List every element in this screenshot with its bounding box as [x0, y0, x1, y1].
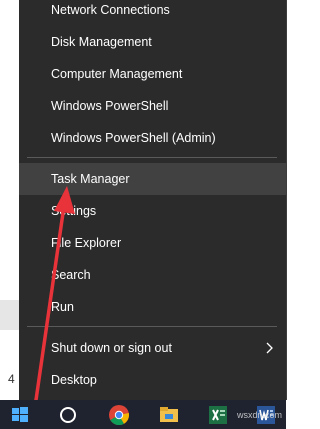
menu-item-settings[interactable]: Settings — [19, 195, 286, 227]
winx-context-menu: Network Connections Disk Management Comp… — [19, 0, 286, 400]
menu-item-label: Network Connections — [51, 3, 170, 17]
menu-item-label: Run — [51, 300, 74, 314]
file-explorer-icon[interactable] — [157, 403, 181, 427]
chevron-right-icon — [266, 342, 273, 354]
background-text: 4 — [8, 372, 15, 386]
menu-item-run[interactable]: Run — [19, 291, 286, 323]
menu-item-label: Search — [51, 268, 91, 282]
chrome-icon[interactable] — [107, 403, 131, 427]
cortana-icon[interactable] — [56, 403, 80, 427]
menu-item-shut-down-or-sign-out[interactable]: Shut down or sign out — [19, 332, 286, 364]
menu-item-network-connections[interactable]: Network Connections — [19, 0, 286, 26]
menu-item-file-explorer[interactable]: File Explorer — [19, 227, 286, 259]
menu-item-label: Disk Management — [51, 35, 152, 49]
menu-item-label: Desktop — [51, 373, 97, 387]
menu-item-disk-management[interactable]: Disk Management — [19, 26, 286, 58]
menu-item-label: File Explorer — [51, 236, 122, 250]
menu-item-task-manager[interactable]: Task Manager — [19, 163, 286, 195]
watermark: wsxdn.com — [236, 410, 282, 420]
menu-item-label: Settings — [51, 204, 97, 218]
menu-item-label: Shut down or sign out — [51, 341, 172, 355]
menu-item-computer-management[interactable]: Computer Management — [19, 58, 286, 90]
excel-icon[interactable] — [206, 403, 230, 427]
menu-item-windows-powershell-admin[interactable]: Windows PowerShell (Admin) — [19, 122, 286, 154]
menu-item-label: Computer Management — [51, 67, 183, 81]
menu-item-windows-powershell[interactable]: Windows PowerShell — [19, 90, 286, 122]
menu-item-label: Windows PowerShell (Admin) — [51, 131, 216, 145]
menu-item-label: Windows PowerShell — [51, 99, 169, 113]
menu-item-search[interactable]: Search — [19, 259, 286, 291]
menu-item-label: Task Manager — [51, 172, 130, 186]
menu-separator — [27, 326, 277, 327]
windows-start-icon[interactable] — [8, 403, 32, 427]
menu-item-desktop[interactable]: Desktop — [19, 364, 286, 396]
menu-separator — [27, 157, 277, 158]
